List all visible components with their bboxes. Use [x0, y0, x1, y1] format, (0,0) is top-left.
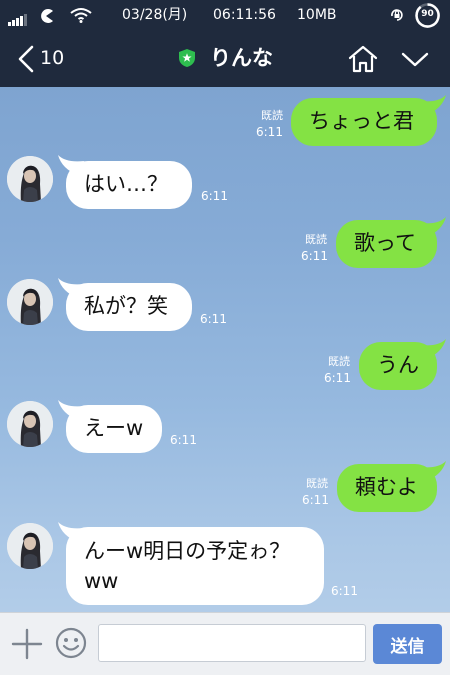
message-time: 6:11	[324, 371, 351, 385]
chat-screen: 03/28(月) 06:11:56 10MB 90 10 りんな 既読 6:11…	[0, 0, 450, 675]
message-bubble[interactable]: 頼むよ	[337, 464, 437, 512]
message-text: 頼むよ	[355, 475, 418, 499]
nav-bar: 10 りんな	[0, 30, 450, 87]
status-time: 06:11:56	[213, 7, 276, 23]
message-bubble[interactable]: えーw	[66, 405, 162, 453]
message-bubble[interactable]: 私が？笑	[66, 283, 192, 331]
read-receipt: 既読	[305, 233, 327, 246]
message-list[interactable]: 既読 6:11 ちょっと君 はい…？ 6:11 既読 6:11 歌って 私が？笑…	[0, 87, 450, 612]
message-bubble[interactable]: んーw明日の予定ゎ？ww	[66, 527, 324, 605]
status-bar: 03/28(月) 06:11:56 10MB 90	[0, 0, 450, 30]
avatar-photo	[7, 401, 53, 447]
send-button[interactable]: 送信	[373, 624, 442, 664]
avatar-photo	[7, 523, 53, 569]
chat-title: りんな	[210, 46, 274, 70]
read-receipt: 既読	[328, 355, 350, 368]
avatar[interactable]	[7, 156, 53, 202]
status-date: 03/28(月)	[122, 7, 188, 23]
avatar[interactable]	[7, 523, 53, 569]
message-text: えーw	[84, 416, 144, 440]
verified-shield-icon	[178, 49, 195, 67]
message-time: 6:11	[170, 433, 197, 447]
plus-icon[interactable]	[10, 627, 44, 661]
message-text: はい…？	[84, 172, 168, 196]
battery-level: 90	[421, 9, 434, 19]
data-usage: 10MB	[297, 7, 337, 23]
chevron-down-icon[interactable]	[400, 48, 430, 70]
message-time: 6:11	[301, 249, 328, 263]
message-bubble[interactable]: うん	[359, 342, 437, 390]
message-bubble[interactable]: ちょっと君	[291, 98, 437, 146]
pacman-icon	[41, 9, 53, 23]
avatar-photo	[7, 279, 53, 325]
message-bubble[interactable]: 歌って	[336, 220, 437, 268]
message-text: んーw明日の予定ゎ？ww	[84, 539, 291, 593]
signal-strength-icon	[8, 10, 28, 26]
input-bar: 送信	[0, 612, 450, 675]
message-text: うん	[377, 353, 419, 377]
avatar[interactable]	[7, 401, 53, 447]
home-icon[interactable]	[347, 44, 379, 74]
message-time: 6:11	[201, 189, 228, 203]
message-text: 私が？笑	[84, 294, 168, 318]
message-time: 6:11	[302, 493, 329, 507]
message-bubble[interactable]: はい…？	[66, 161, 192, 209]
wifi-icon	[70, 8, 92, 23]
message-text: 歌って	[354, 231, 416, 255]
message-time: 6:11	[256, 125, 283, 139]
avatar-photo	[7, 156, 53, 202]
emoji-icon[interactable]	[54, 626, 88, 660]
avatar[interactable]	[7, 279, 53, 325]
chat-title-area: りんな	[0, 44, 450, 72]
orientation-lock-icon	[391, 9, 403, 21]
read-receipt: 既読	[306, 477, 328, 490]
message-time: 6:11	[331, 584, 358, 598]
message-input[interactable]	[98, 624, 366, 662]
read-receipt: 既読	[261, 109, 283, 122]
message-text: ちょっと君	[309, 109, 414, 133]
message-time: 6:11	[200, 312, 227, 326]
